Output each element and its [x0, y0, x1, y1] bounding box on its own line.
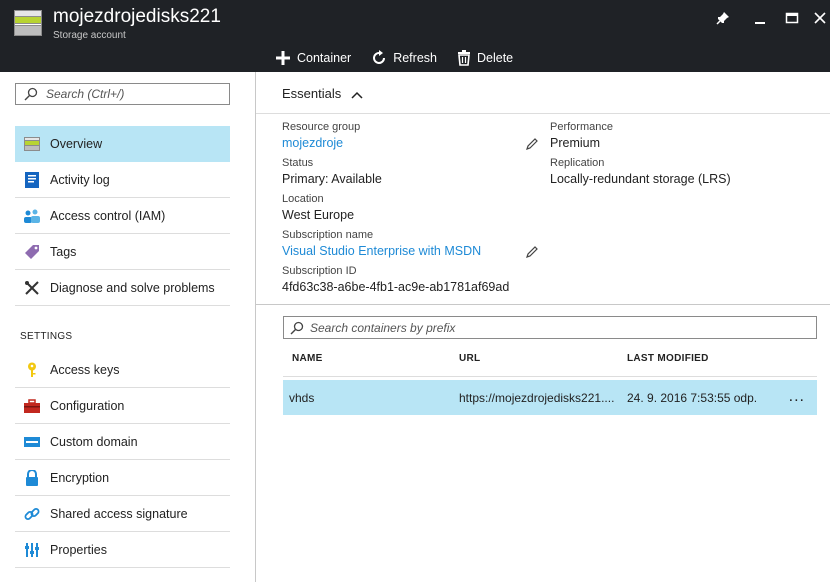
settings-section-label: SETTINGS — [20, 331, 73, 342]
maximize-icon[interactable] — [782, 8, 802, 28]
replication-label: Replication — [550, 157, 605, 169]
refresh-icon — [373, 50, 386, 64]
sidebar-item-shared-access-signature[interactable]: Shared access signature — [15, 496, 230, 532]
tag-icon — [23, 243, 41, 261]
sidebar-item-encryption[interactable]: Encryption — [15, 460, 230, 496]
sidebar-item-overview[interactable]: Overview — [15, 126, 230, 162]
sidebar-item-label: Activity log — [50, 172, 110, 187]
sidebar-item-activity-log[interactable]: Activity log — [15, 162, 230, 198]
subscription-id-value: 4fd63c38-a6be-4fb1-ac9e-ab1781af69ad — [282, 280, 510, 294]
lock-icon — [23, 469, 41, 487]
container-modified-cell: 24. 9. 2016 7:53:55 odp. — [627, 391, 758, 405]
search-icon — [24, 87, 38, 101]
essentials-title: Essentials — [282, 86, 342, 101]
subscription-name-label: Subscription name — [282, 229, 374, 241]
storage-account-icon — [14, 10, 42, 36]
delete-label: Delete — [476, 51, 514, 65]
toolbox-icon — [23, 397, 41, 415]
sidebar-item-label: Diagnose and solve problems — [50, 280, 215, 295]
sidebar-item-label: Overview — [50, 136, 103, 151]
sidebar-item-access-keys[interactable]: Access keys — [15, 352, 230, 388]
subscription-id-label: Subscription ID — [282, 265, 357, 277]
sidebar-item-label: Access keys — [50, 362, 120, 377]
plus-icon — [276, 51, 290, 65]
log-icon — [23, 171, 41, 189]
storage-icon — [23, 135, 41, 153]
blade-header: mojezdrojedisks221 Storage account Conta… — [0, 0, 830, 72]
domain-icon — [23, 433, 41, 451]
sidebar-item-access-control[interactable]: Access control (IAM) — [15, 198, 230, 234]
command-bar: Container Refresh Delete — [275, 46, 533, 70]
section-divider — [256, 304, 830, 305]
sidebar-item-properties[interactable]: Properties — [15, 532, 230, 568]
wrench-icon — [23, 279, 41, 297]
add-container-label: Container — [297, 51, 352, 65]
sidebar-item-label: Configuration — [50, 398, 125, 413]
properties-icon — [23, 541, 41, 559]
sidebar-item-label: Access control (IAM) — [50, 208, 166, 223]
sidebar-item-label: Custom domain — [50, 434, 138, 449]
link-icon — [23, 505, 41, 523]
table-row[interactable]: vhds https://mojezdrojedisks221.... 24. … — [283, 380, 817, 415]
sidebar-item-label: Encryption — [50, 470, 110, 485]
sidebar-item-custom-domain[interactable]: Custom domain — [15, 424, 230, 460]
status-label: Status — [282, 157, 314, 169]
column-header-url[interactable]: URL — [459, 353, 480, 364]
trash-icon — [457, 50, 470, 66]
add-container-button[interactable]: Container — [275, 50, 351, 66]
more-options-icon[interactable]: ... — [789, 388, 805, 406]
status-value: Primary: Available — [282, 172, 382, 186]
sidebar-item-configuration[interactable]: Configuration — [15, 388, 230, 424]
essentials-toggle[interactable]: Essentials — [256, 72, 830, 114]
chevron-up-icon — [351, 88, 363, 102]
container-name-cell: vhds — [289, 391, 315, 405]
column-header-last-modified[interactable]: LAST MODIFIED — [627, 353, 709, 364]
sidebar-item-tags[interactable]: Tags — [15, 234, 230, 270]
menu-search-box[interactable] — [15, 83, 230, 105]
search-icon — [290, 321, 304, 334]
blade-title: mojezdrojedisks221 — [53, 6, 221, 27]
users-icon — [23, 207, 41, 225]
performance-value: Premium — [550, 136, 601, 150]
key-icon — [23, 361, 41, 379]
resource-group-link[interactable]: mojezdroje — [282, 136, 343, 150]
minimize-icon[interactable] — [750, 8, 770, 28]
sidebar-item-label: Tags — [50, 244, 77, 259]
refresh-button[interactable]: Refresh — [371, 50, 437, 66]
table-header-divider — [283, 376, 817, 377]
performance-label: Performance — [550, 121, 613, 133]
menu-search-input[interactable] — [46, 87, 216, 101]
pin-icon[interactable] — [713, 8, 733, 28]
sidebar-item-label: Properties — [50, 542, 107, 557]
subscription-name-link[interactable]: Visual Studio Enterprise with MSDN — [282, 244, 481, 258]
edit-resource-group-icon[interactable] — [525, 137, 539, 154]
location-label: Location — [282, 193, 324, 205]
location-value: West Europe — [282, 208, 355, 222]
container-search-input[interactable] — [310, 320, 810, 335]
blade-subtitle: Storage account — [53, 30, 126, 41]
sidebar-item-label: Shared access signature — [50, 506, 188, 521]
close-icon[interactable] — [810, 8, 830, 28]
edit-subscription-icon[interactable] — [525, 245, 539, 262]
resource-group-label: Resource group — [282, 121, 361, 133]
refresh-label: Refresh — [393, 51, 437, 65]
container-url-cell: https://mojezdrojedisks221.... — [459, 391, 615, 405]
column-header-name[interactable]: NAME — [292, 353, 323, 364]
resource-menu: Overview Activity log Access control (IA… — [0, 72, 256, 582]
delete-button[interactable]: Delete — [457, 50, 513, 66]
replication-value: Locally-redundant storage (LRS) — [550, 172, 731, 186]
container-search-box[interactable] — [283, 316, 817, 339]
sidebar-item-diagnose[interactable]: Diagnose and solve problems — [15, 270, 230, 306]
